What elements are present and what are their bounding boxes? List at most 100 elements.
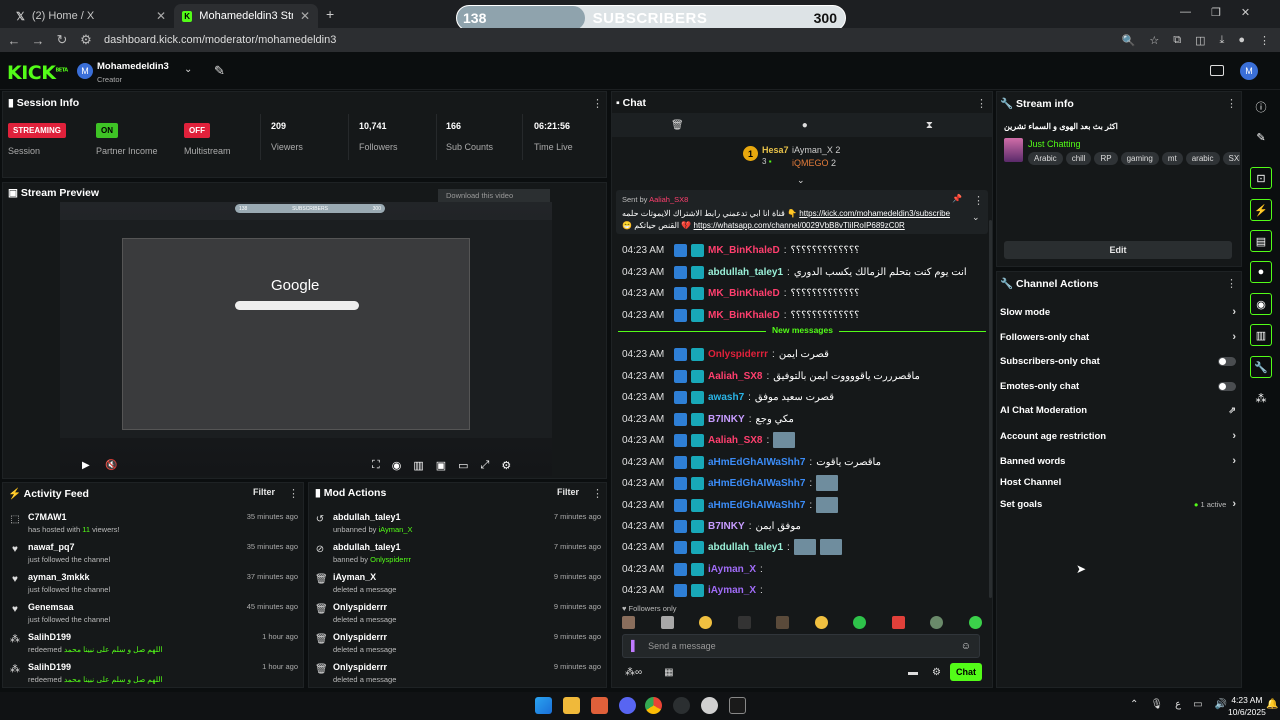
subscribe-link[interactable]: https://kick.com/mohamedeldin3/subscribe: [799, 209, 950, 218]
chat-message[interactable]: 04:23 AM aHmEdGhAIWaShh7: ماقصرت ياقوت: [622, 452, 881, 472]
emote-icon[interactable]: [891, 616, 905, 629]
pinned-menu-icon[interactable]: ⋮: [973, 194, 984, 207]
language-indicator[interactable]: ع: [1175, 699, 1181, 710]
list-item[interactable]: 🗑 Onlyspiderrr deleted a message 9 minutes …: [315, 632, 601, 662]
multistream-status[interactable]: OFF Multistream: [184, 123, 231, 156]
document-icon[interactable]: ▤: [1250, 230, 1272, 252]
user-name[interactable]: Onlyspiderrr: [333, 602, 396, 612]
edit-pencil-icon[interactable]: ✎: [1250, 126, 1272, 148]
record-icon[interactable]: ◉: [392, 459, 402, 472]
leader-1[interactable]: Hesa7 3 ▪: [762, 145, 789, 166]
obs-icon[interactable]: [701, 697, 718, 714]
emote-icon[interactable]: [622, 616, 635, 629]
chrome-icon[interactable]: [645, 697, 662, 714]
gift-icon[interactable]: ▦: [664, 667, 673, 678]
edit-stream-button[interactable]: Edit: [1004, 241, 1232, 259]
focus-icon[interactable]: ⊡: [1250, 167, 1272, 189]
chat-message[interactable]: 04:23 AM Onlyspiderrr: قصرت ايمن: [622, 344, 829, 364]
stream-tag[interactable]: Arabic: [1028, 152, 1063, 165]
new-tab-icon[interactable]: +: [326, 6, 334, 22]
app-icon[interactable]: [591, 697, 608, 714]
chat-username[interactable]: Aaliah_SX8: [708, 371, 762, 382]
channel-action-subscribers-only-chat[interactable]: Subscribers-only chat: [1000, 356, 1236, 367]
session-menu-icon[interactable]: ⋮: [592, 97, 603, 110]
toggle-switch[interactable]: [1218, 357, 1236, 366]
stats-icon[interactable]: ▥: [413, 459, 423, 472]
extension-icon[interactable]: ⧉: [1173, 34, 1181, 47]
broadcast-icon[interactable]: ◉: [1250, 293, 1272, 315]
chat-icon[interactable]: ●: [1250, 261, 1272, 283]
stream-tag[interactable]: SXB: [1222, 152, 1240, 165]
pin-icon[interactable]: 📌: [952, 194, 962, 203]
play-icon[interactable]: ▶: [82, 460, 90, 471]
url-field[interactable]: dashboard.kick.com/moderator/mohamedeldi…: [104, 34, 336, 46]
user-name[interactable]: abdullah_taley1: [333, 512, 413, 522]
hourglass-icon[interactable]: ⧗: [926, 120, 933, 131]
windows-start-icon[interactable]: [535, 697, 552, 714]
channel-action-account-age-restriction[interactable]: Account age restriction ›: [1000, 430, 1236, 442]
emote-icon[interactable]: [853, 616, 867, 629]
list-item[interactable]: ♥ Genemsaa just followed the channel 45 min…: [10, 602, 298, 632]
chat-message[interactable]: 04:23 AM Aaliah_SX8:: [622, 430, 796, 450]
emote-picker-icon[interactable]: ☺: [961, 641, 971, 652]
chevron-down-icon[interactable]: ⌄: [184, 64, 192, 75]
dashboard-icon[interactable]: ▥: [1250, 324, 1272, 346]
chat-username[interactable]: MK_BinKhaleD: [708, 310, 780, 321]
list-item[interactable]: ⊘ abdullah_taley1 banned by Onlyspiderrr 7 …: [315, 542, 601, 572]
user-name[interactable]: SalihD199: [28, 662, 163, 672]
info-circle-icon[interactable]: ⓘ: [1250, 96, 1272, 118]
chat-username[interactable]: iAyman_X: [708, 564, 756, 575]
chat-message[interactable]: 04:23 AM iAyman_X:: [622, 559, 763, 579]
mod-filter-button[interactable]: Filter: [557, 487, 579, 497]
theatre-icon[interactable]: ▭: [458, 459, 468, 472]
chat-username[interactable]: MK_BinKhaleD: [708, 288, 780, 299]
chat-scrollbar[interactable]: [989, 220, 992, 598]
browser-tab-x[interactable]: 𝕏 (2) Home / X ✕: [8, 4, 174, 28]
stream-tag[interactable]: gaming: [1120, 152, 1159, 165]
wrench-icon[interactable]: 🔧: [1250, 356, 1272, 378]
chat-message[interactable]: 04:23 AM MK_BinKhaleD: ؟؟؟؟؟؟؟؟؟؟؟؟؟: [622, 240, 859, 260]
activity-filter-button[interactable]: Filter: [253, 487, 275, 497]
chat-username[interactable]: aHmEdGhAIWaShh7: [708, 478, 805, 489]
channel-action-ai-chat-moderation[interactable]: AI Chat Moderation ⇗: [1000, 405, 1236, 416]
emote-icon[interactable]: [660, 616, 674, 629]
channel-action-slow-mode[interactable]: Slow mode ›: [1000, 306, 1236, 318]
channel-action-host-channel[interactable]: Host Channel: [1000, 477, 1236, 488]
emote-icon[interactable]: [930, 616, 944, 629]
list-item[interactable]: 🗑 Onlyspiderrr deleted a message 9 minutes …: [315, 602, 601, 632]
microphone-icon[interactable]: 🎙: [1150, 699, 1163, 710]
chat-message[interactable]: 04:23 AM abdullah_taley1: انت يوم كنت بتحل…: [622, 262, 967, 282]
channel-actions-menu-icon[interactable]: ⋮: [1226, 277, 1237, 290]
stream-info-menu-icon[interactable]: ⋮: [1226, 97, 1237, 110]
maximize-icon[interactable]: ❐: [1211, 6, 1221, 19]
chat-username[interactable]: iAyman_X: [708, 585, 756, 596]
list-item[interactable]: ⬚ C7MAW1 has hosted with 11 viewers! 35 min…: [10, 512, 298, 542]
minimize-icon[interactable]: —: [1180, 6, 1191, 19]
emote-icon[interactable]: [968, 616, 982, 629]
leader-3[interactable]: iQMEGO 2: [792, 158, 836, 168]
download-icon[interactable]: ⤓: [1219, 34, 1224, 47]
github-icon[interactable]: [673, 697, 690, 714]
lightning-icon[interactable]: ⚡: [1250, 199, 1272, 221]
user-name[interactable]: iAyman_X: [333, 572, 396, 582]
close-tab-icon[interactable]: ✕: [300, 9, 310, 23]
widgets-icon[interactable]: ⁂: [1250, 387, 1272, 409]
tools-icon[interactable]: ✎: [214, 63, 225, 79]
browser-menu-icon[interactable]: ⋮: [1259, 34, 1270, 47]
network-icon[interactable]: ▭: [1193, 699, 1202, 710]
back-icon[interactable]: ←: [2, 33, 26, 48]
microphone-icon[interactable]: ▌: [631, 641, 638, 652]
tray-chevron-icon[interactable]: ⌃: [1130, 699, 1138, 710]
list-item[interactable]: 🗑 Onlyspiderrr deleted a message 9 minutes …: [315, 662, 601, 692]
chat-username[interactable]: awash7: [708, 392, 744, 403]
whatsapp-link[interactable]: https://whatsapp.com/channel/0029VbB8vTl…: [694, 221, 905, 230]
chat-message[interactable]: 04:23 AM Aaliah_SX8: ماقصرررت ياقووووت ايم…: [622, 366, 920, 386]
chat-username[interactable]: aHmEdGhAIWaShh7: [708, 457, 805, 468]
site-info-icon[interactable]: ⚙: [74, 32, 98, 48]
user-name[interactable]: Onlyspiderrr: [333, 632, 396, 642]
category-link[interactable]: Just Chatting: [1028, 139, 1081, 149]
close-window-icon[interactable]: ✕: [1241, 6, 1250, 19]
chat-message[interactable]: 04:23 AM aHmEdGhAIWaShh7:: [622, 473, 839, 493]
chat-message[interactable]: 04:23 AM abdullah_taley1:: [622, 537, 842, 557]
download-video-button[interactable]: Download this video: [438, 189, 550, 202]
